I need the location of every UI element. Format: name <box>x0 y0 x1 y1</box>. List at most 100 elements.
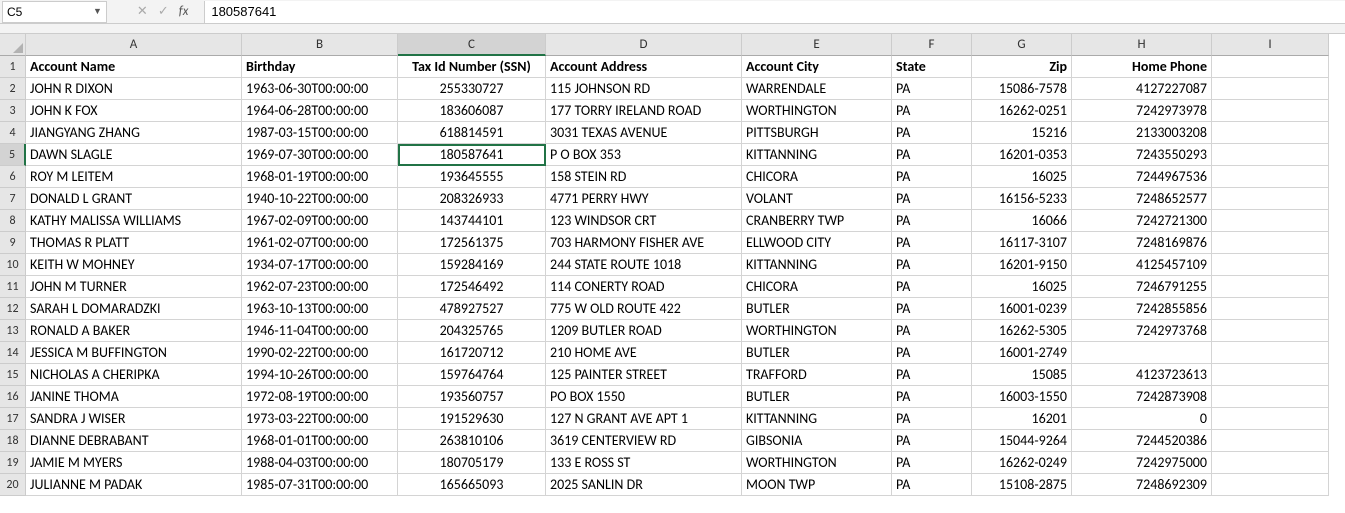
cell[interactable] <box>1212 386 1329 408</box>
cell[interactable]: 1985-07-31T00:00:00 <box>242 474 398 496</box>
cell[interactable]: 115 JOHNSON RD <box>546 78 742 100</box>
cell[interactable]: 0 <box>1072 408 1212 430</box>
cell[interactable]: 133 E ROSS ST <box>546 452 742 474</box>
cell[interactable]: 2133003208 <box>1072 122 1212 144</box>
cell[interactable] <box>1212 188 1329 210</box>
cell[interactable]: SANDRA J WISER <box>26 408 242 430</box>
cell[interactable]: PA <box>892 78 972 100</box>
cell[interactable]: 2025 SANLIN DR <box>546 474 742 496</box>
cell[interactable]: MOON TWP <box>742 474 892 496</box>
cell[interactable]: 1961-02-07T00:00:00 <box>242 232 398 254</box>
cell[interactable] <box>1212 144 1329 166</box>
cell[interactable]: 16201-0353 <box>972 144 1072 166</box>
row-header[interactable]: 16 <box>0 386 26 408</box>
cell[interactable]: 7242973768 <box>1072 320 1212 342</box>
cell[interactable]: 7248692309 <box>1072 474 1212 496</box>
cell[interactable]: 16201 <box>972 408 1072 430</box>
name-box-dropdown-icon[interactable]: ▼ <box>91 6 106 17</box>
cell[interactable]: 15085 <box>972 364 1072 386</box>
column-header-D[interactable]: D <box>546 34 742 56</box>
cell[interactable]: 3031 TEXAS AVENUE <box>546 122 742 144</box>
formula-input[interactable] <box>211 4 1339 19</box>
cell[interactable]: Tax Id Number (SSN) <box>398 56 546 78</box>
cell[interactable]: 1968-01-19T00:00:00 <box>242 166 398 188</box>
cell[interactable] <box>1212 430 1329 452</box>
cell[interactable]: 1946-11-04T00:00:00 <box>242 320 398 342</box>
cell[interactable]: 180705179 <box>398 452 546 474</box>
cell[interactable]: 16262-0251 <box>972 100 1072 122</box>
cell[interactable]: PO BOX 1550 <box>546 386 742 408</box>
cell[interactable]: JAMIE M MYERS <box>26 452 242 474</box>
cell[interactable]: KEITH W MOHNEY <box>26 254 242 276</box>
cell[interactable]: 263810106 <box>398 430 546 452</box>
cell[interactable]: Account City <box>742 56 892 78</box>
cell[interactable]: PA <box>892 320 972 342</box>
cell[interactable]: PA <box>892 254 972 276</box>
cell[interactable]: JIANGYANG ZHANG <box>26 122 242 144</box>
cell[interactable]: 4771 PERRY HWY <box>546 188 742 210</box>
cell[interactable]: 618814591 <box>398 122 546 144</box>
cell[interactable]: 159764764 <box>398 364 546 386</box>
cell[interactable]: JESSICA M BUFFINGTON <box>26 342 242 364</box>
row-header[interactable]: 11 <box>0 276 26 298</box>
cell[interactable]: 3619 CENTERVIEW RD <box>546 430 742 452</box>
cell[interactable]: JANINE THOMA <box>26 386 242 408</box>
cell[interactable]: 15216 <box>972 122 1072 144</box>
cell[interactable] <box>1212 364 1329 386</box>
cell[interactable]: CRANBERRY TWP <box>742 210 892 232</box>
cell[interactable]: 191529630 <box>398 408 546 430</box>
cell[interactable]: Home Phone <box>1072 56 1212 78</box>
row-header[interactable]: 6 <box>0 166 26 188</box>
cell[interactable]: 172561375 <box>398 232 546 254</box>
cell[interactable]: Account Address <box>546 56 742 78</box>
cell[interactable]: JOHN R DIXON <box>26 78 242 100</box>
cell[interactable]: 16025 <box>972 166 1072 188</box>
cell[interactable]: 1987-03-15T00:00:00 <box>242 122 398 144</box>
cell[interactable]: Account Name <box>26 56 242 78</box>
cell[interactable]: 159284169 <box>398 254 546 276</box>
cell[interactable]: PA <box>892 210 972 232</box>
cell[interactable]: PA <box>892 188 972 210</box>
cell[interactable]: 183606087 <box>398 100 546 122</box>
cell[interactable]: 16262-5305 <box>972 320 1072 342</box>
row-header[interactable]: 3 <box>0 100 26 122</box>
cell[interactable]: P O BOX 353 <box>546 144 742 166</box>
column-header-C[interactable]: C <box>398 34 546 56</box>
cell[interactable]: PA <box>892 122 972 144</box>
column-header-H[interactable]: H <box>1072 34 1212 56</box>
cell[interactable]: 703 HARMONY FISHER AVE <box>546 232 742 254</box>
cell[interactable]: VOLANT <box>742 188 892 210</box>
cell[interactable] <box>1212 210 1329 232</box>
cell[interactable]: 1972-08-19T00:00:00 <box>242 386 398 408</box>
cell[interactable]: PITTSBURGH <box>742 122 892 144</box>
cell[interactable] <box>1212 342 1329 364</box>
cell[interactable]: PA <box>892 408 972 430</box>
cell[interactable]: 1963-10-13T00:00:00 <box>242 298 398 320</box>
cell[interactable]: PA <box>892 144 972 166</box>
cell[interactable] <box>1212 122 1329 144</box>
cell[interactable]: 1967-02-09T00:00:00 <box>242 210 398 232</box>
cell[interactable]: 127 N GRANT AVE APT 1 <box>546 408 742 430</box>
cell[interactable]: 16003-1550 <box>972 386 1072 408</box>
row-header[interactable]: 5 <box>0 144 26 166</box>
cell[interactable]: 7242975000 <box>1072 452 1212 474</box>
row-header[interactable]: 4 <box>0 122 26 144</box>
cell[interactable]: 7244967536 <box>1072 166 1212 188</box>
cell[interactable]: 1988-04-03T00:00:00 <box>242 452 398 474</box>
cell[interactable]: 16025 <box>972 276 1072 298</box>
cell[interactable]: CHICORA <box>742 276 892 298</box>
cell[interactable]: 125 PAINTER STREET <box>546 364 742 386</box>
cell[interactable]: 1940-10-22T00:00:00 <box>242 188 398 210</box>
select-all-corner[interactable] <box>0 34 26 56</box>
cell[interactable]: PA <box>892 276 972 298</box>
cell[interactable]: KITTANNING <box>742 254 892 276</box>
cell[interactable]: 244 STATE ROUTE 1018 <box>546 254 742 276</box>
cell[interactable]: 143744101 <box>398 210 546 232</box>
cell[interactable]: 7242873908 <box>1072 386 1212 408</box>
cell[interactable]: TRAFFORD <box>742 364 892 386</box>
cell[interactable]: BUTLER <box>742 342 892 364</box>
cell[interactable]: WARRENDALE <box>742 78 892 100</box>
column-header-I[interactable]: I <box>1212 34 1329 56</box>
cell[interactable]: 775 W OLD ROUTE 422 <box>546 298 742 320</box>
cell[interactable] <box>1212 166 1329 188</box>
